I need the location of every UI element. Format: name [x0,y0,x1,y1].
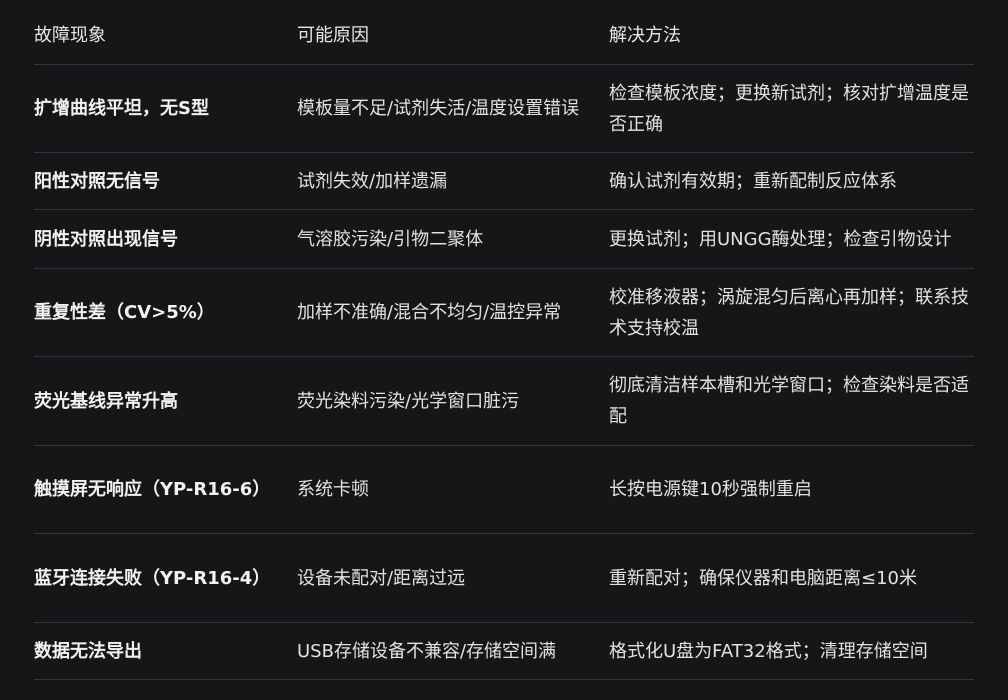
header-cause: 可能原因 [297,24,369,46]
symptom-cell: 荧光基线异常升高 [34,390,178,412]
symptom-cell: 数据无法导出 [34,640,142,662]
solution-cell: 格式化U盘为FAT32格式；清理存储空间 [609,640,928,662]
table-row: 数据无法导出 USB存储设备不兼容/存储空间满 格式化U盘为FAT32格式；清理… [34,623,974,680]
cause-cell: 气溶胶污染/引物二聚体 [297,228,484,250]
solution-cell: 彻底清洁样本槽和光学窗口；检查染料是否适配 [609,375,969,427]
cause-cell: 加样不准确/混合不均匀/温控异常 [297,302,562,323]
solution-cell: 校准移液器；涡旋混匀后离心再加样；联系技术支持校温 [609,286,969,339]
cause-cell: 设备未配对/距离过远 [297,567,466,589]
table-header-row: 故障现象 可能原因 解决方法 [34,0,974,65]
solution-cell: 确认试剂有效期；重新配制反应体系 [609,170,897,192]
header-symptom: 故障现象 [34,24,106,46]
troubleshooting-table: 故障现象 可能原因 解决方法 扩增曲线平坦，无S型 模板量不足/试剂失活/温度设… [34,0,974,680]
table-row: 重复性差（CV>5%） 加样不准确/混合不均匀/温控异常 校准移液器；涡旋混匀后… [34,269,974,357]
solution-cell: 更换试剂；用UNGG酶处理；检查引物设计 [609,228,952,250]
symptom-cell: 阴性对照出现信号 [34,228,178,250]
cause-cell: 荧光染料污染/光学窗口脏污 [297,390,520,412]
table-row: 荧光基线异常升高 荧光染料污染/光学窗口脏污 彻底清洁样本槽和光学窗口；检查染料… [34,357,974,446]
table-row: 蓝牙连接失败（YP-R16-4） 设备未配对/距离过远 重新配对；确保仪器和电脑… [34,534,974,623]
cause-cell: USB存储设备不兼容/存储空间满 [297,640,557,662]
symptom-cell: 阳性对照无信号 [34,170,160,192]
table-row: 阴性对照出现信号 气溶胶污染/引物二聚体 更换试剂；用UNGG酶处理；检查引物设… [34,210,974,269]
header-solution: 解决方法 [609,24,681,46]
symptom-cell: 蓝牙连接失败（YP-R16-4） [34,567,271,589]
table-row: 触摸屏无响应（YP-R16-6） 系统卡顿 长按电源键10秒强制重启 [34,446,974,534]
table-row: 扩增曲线平坦，无S型 模板量不足/试剂失活/温度设置错误 检查模板浓度；更换新试… [34,65,974,153]
symptom-cell: 扩增曲线平坦，无S型 [34,98,209,119]
symptom-cell: 重复性差（CV>5%） [34,302,215,323]
cause-cell: 模板量不足/试剂失活/温度设置错误 [297,98,580,119]
cause-cell: 试剂失效/加样遗漏 [297,170,448,192]
symptom-cell: 触摸屏无响应（YP-R16-6） [34,479,271,500]
solution-cell: 检查模板浓度；更换新试剂；核对扩增温度是否正确 [609,82,969,135]
table-row: 阳性对照无信号 试剂失效/加样遗漏 确认试剂有效期；重新配制反应体系 [34,153,974,210]
solution-cell: 长按电源键10秒强制重启 [609,479,812,500]
solution-cell: 重新配对；确保仪器和电脑距离≤10米 [609,567,917,589]
cause-cell: 系统卡顿 [297,479,369,500]
